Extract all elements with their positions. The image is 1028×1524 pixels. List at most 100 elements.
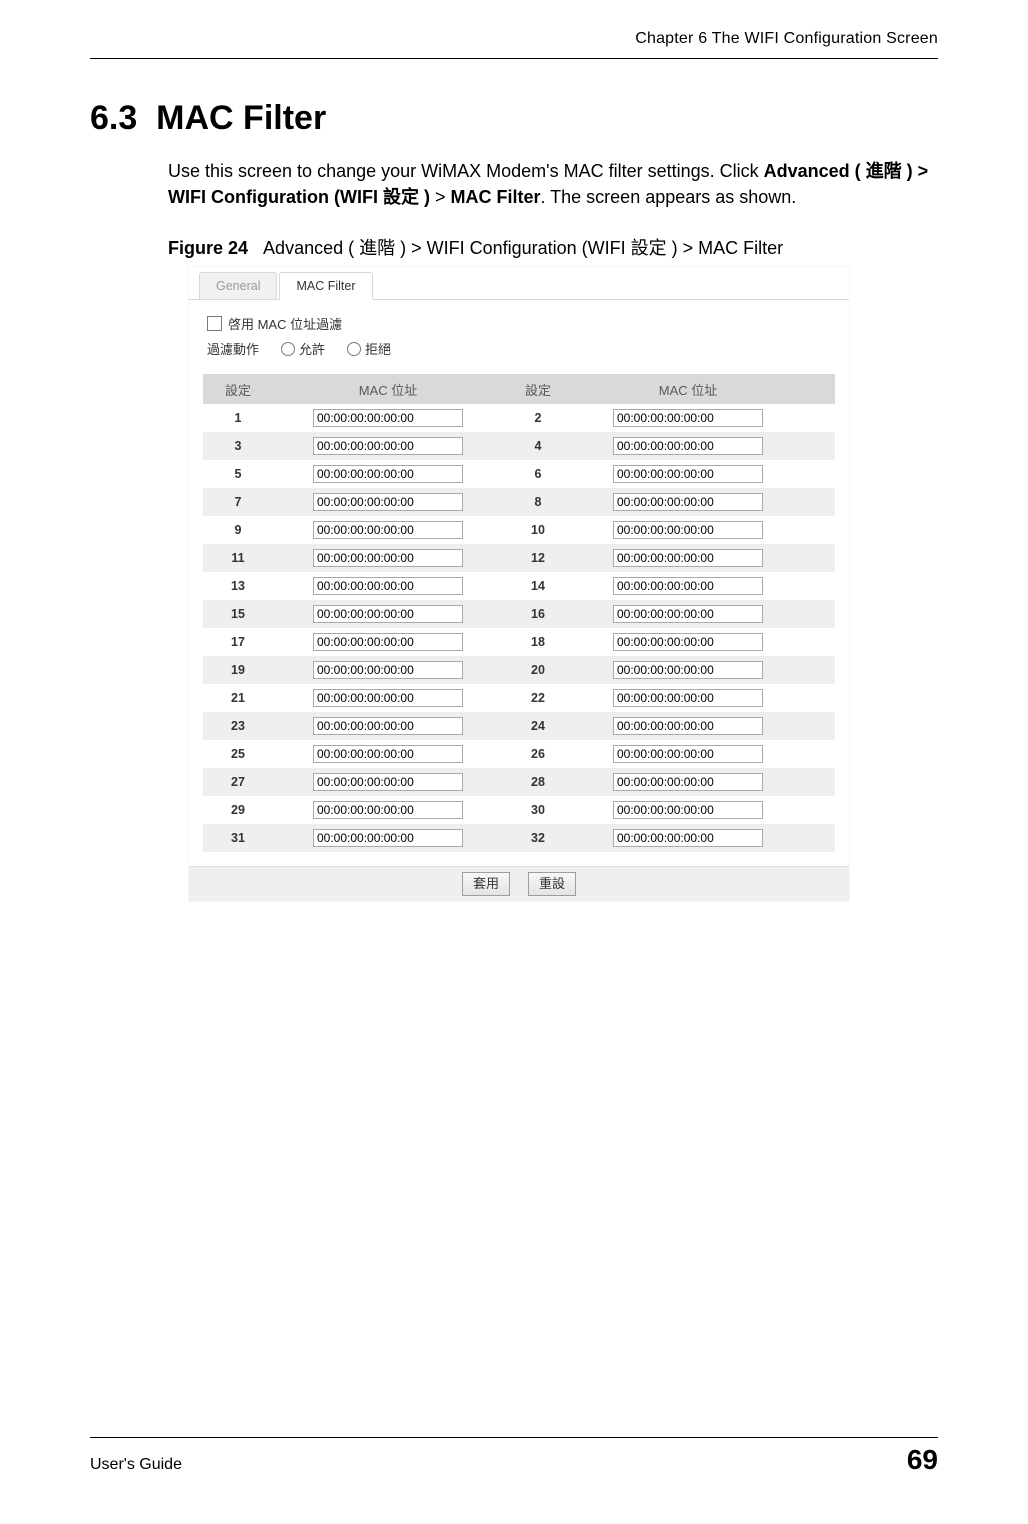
mac-cell xyxy=(573,689,803,707)
mac-input[interactable] xyxy=(613,689,763,707)
radio-deny-wrap: 拒絕 xyxy=(347,339,391,358)
mac-input[interactable] xyxy=(613,661,763,679)
mac-input[interactable] xyxy=(613,409,763,427)
mac-input[interactable] xyxy=(313,605,463,623)
row-index: 20 xyxy=(503,663,573,677)
mac-input[interactable] xyxy=(313,409,463,427)
mac-cell xyxy=(273,437,503,455)
mac-input[interactable] xyxy=(313,829,463,847)
mac-cell xyxy=(573,605,803,623)
mac-input[interactable] xyxy=(313,773,463,791)
table-row: 3132 xyxy=(203,824,835,852)
table-row: 12 xyxy=(203,404,835,432)
mac-input[interactable] xyxy=(613,493,763,511)
table-row: 1112 xyxy=(203,544,835,572)
mac-cell xyxy=(573,437,803,455)
row-index: 9 xyxy=(203,523,273,537)
mac-input[interactable] xyxy=(313,801,463,819)
mac-input[interactable] xyxy=(613,577,763,595)
section-number: 6.3 xyxy=(90,99,137,137)
mac-input[interactable] xyxy=(313,661,463,679)
row-index: 1 xyxy=(203,411,273,425)
mac-cell xyxy=(273,773,503,791)
apply-button[interactable]: 套用 xyxy=(462,872,510,896)
table-row: 78 xyxy=(203,488,835,516)
footer-guide: User's Guide xyxy=(90,1456,182,1474)
mac-cell xyxy=(573,717,803,735)
table-row: 1920 xyxy=(203,656,835,684)
figure-caption-text: Advanced ( 進階 ) > WIFI Configuration (WI… xyxy=(263,238,783,258)
reset-button[interactable]: 重設 xyxy=(528,872,576,896)
mac-input[interactable] xyxy=(613,437,763,455)
mac-cell xyxy=(273,409,503,427)
mac-input[interactable] xyxy=(613,633,763,651)
mac-cell xyxy=(273,689,503,707)
row-index: 15 xyxy=(203,607,273,621)
mac-cell xyxy=(573,549,803,567)
mac-input[interactable] xyxy=(613,717,763,735)
mac-input[interactable] xyxy=(313,465,463,483)
mac-input[interactable] xyxy=(313,549,463,567)
table-row: 2526 xyxy=(203,740,835,768)
mac-cell xyxy=(273,717,503,735)
row-index: 14 xyxy=(503,579,573,593)
row-index: 17 xyxy=(203,635,273,649)
mac-cell xyxy=(573,829,803,847)
footer-page-number: 69 xyxy=(907,1444,938,1476)
mac-cell xyxy=(573,745,803,763)
mac-cell xyxy=(273,633,503,651)
mac-input[interactable] xyxy=(313,493,463,511)
table-row: 2122 xyxy=(203,684,835,712)
button-bar: 套用 重設 xyxy=(189,866,849,901)
mac-input[interactable] xyxy=(313,437,463,455)
mac-input[interactable] xyxy=(613,745,763,763)
mac-input[interactable] xyxy=(613,773,763,791)
row-index: 5 xyxy=(203,467,273,481)
mac-cell xyxy=(273,745,503,763)
mac-input[interactable] xyxy=(313,577,463,595)
row-index: 30 xyxy=(503,803,573,817)
mac-cell xyxy=(573,409,803,427)
mac-input[interactable] xyxy=(613,549,763,567)
mac-cell xyxy=(273,577,503,595)
tab-general[interactable]: General xyxy=(199,272,277,299)
enable-mac-checkbox[interactable] xyxy=(207,316,222,331)
mac-input[interactable] xyxy=(313,633,463,651)
radio-allow[interactable] xyxy=(281,342,295,356)
mac-cell xyxy=(573,493,803,511)
mac-input[interactable] xyxy=(613,829,763,847)
row-index: 29 xyxy=(203,803,273,817)
radio-deny[interactable] xyxy=(347,342,361,356)
mac-cell xyxy=(273,549,503,567)
table-row: 1718 xyxy=(203,628,835,656)
table-row: 2728 xyxy=(203,768,835,796)
mac-input[interactable] xyxy=(313,689,463,707)
mac-input[interactable] xyxy=(613,465,763,483)
mac-input[interactable] xyxy=(613,521,763,539)
tab-bar: General MAC Filter xyxy=(189,267,849,300)
mac-cell xyxy=(273,465,503,483)
table-body: 1234567891011121314151617181920212223242… xyxy=(203,404,835,852)
row-index: 28 xyxy=(503,775,573,789)
mac-input[interactable] xyxy=(613,605,763,623)
table-row: 910 xyxy=(203,516,835,544)
row-index: 18 xyxy=(503,635,573,649)
table-row: 29 30 xyxy=(203,796,835,824)
mac-cell xyxy=(573,773,803,791)
screenshot-panel: General MAC Filter 啓用 MAC 位址過濾 過濾動作 允許 拒… xyxy=(188,266,850,902)
mac-input[interactable] xyxy=(613,801,763,819)
row-index: 22 xyxy=(503,691,573,705)
mac-cell xyxy=(573,801,803,819)
mac-cell xyxy=(573,521,803,539)
tab-mac-filter[interactable]: MAC Filter xyxy=(279,272,372,300)
header-rule xyxy=(90,58,938,59)
mac-input[interactable] xyxy=(313,717,463,735)
mac-input[interactable] xyxy=(313,521,463,539)
mac-cell xyxy=(273,661,503,679)
mac-input[interactable] xyxy=(313,745,463,763)
row-index: 24 xyxy=(503,719,573,733)
table-row: 34 xyxy=(203,432,835,460)
mac-cell xyxy=(273,521,503,539)
row-index: 31 xyxy=(203,831,273,845)
enable-row: 啓用 MAC 位址過濾 xyxy=(207,314,839,333)
